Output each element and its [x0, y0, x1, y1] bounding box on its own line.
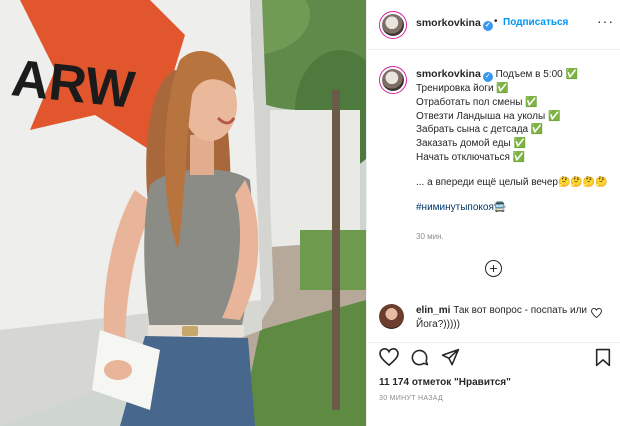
comment-item: elin_mi Так вот вопрос - поспать или Йог…	[367, 301, 620, 341]
likes-count[interactable]: 11 174 отметок "Нравится"	[379, 377, 511, 388]
hashtag-link[interactable]: #ниминутыпокоя🚍	[416, 201, 616, 215]
heart-icon[interactable]	[379, 348, 399, 366]
photo-illustration: ARW	[0, 0, 366, 426]
verified-icon: ✓	[482, 21, 493, 31]
header-separator: •	[494, 16, 498, 27]
caption-line: Тренировка йоги ✅	[416, 83, 509, 94]
follow-button[interactable]: Подписаться	[503, 17, 568, 28]
caption-avatar[interactable]	[379, 66, 407, 94]
caption-line: Отвезти Ландыша на уколы ✅	[416, 110, 561, 122]
comment-text: elin_mi Так вот вопрос - поспать или Йог…	[416, 304, 592, 331]
commenter-username[interactable]: elin_mi	[416, 305, 450, 316]
post-photo[interactable]: ARW	[0, 0, 366, 426]
bookmark-icon[interactable]	[595, 348, 611, 367]
post-timestamp: 30 МИНУТ НАЗАД	[379, 395, 444, 402]
caption-line: Заказать домой еды ✅	[416, 138, 526, 150]
caption-closing: ... а впереди ещё целый вечер🤔🤔🤔🤔	[416, 176, 608, 188]
caption-line: Забрать сына с детсада ✅	[416, 124, 544, 136]
author-username[interactable]: smorkovkina ✓	[416, 17, 493, 31]
verified-icon: ✓	[482, 72, 493, 82]
author-avatar[interactable]	[379, 11, 407, 39]
caption-username[interactable]: smorkovkina	[416, 68, 481, 80]
more-icon[interactable]: ···	[597, 13, 614, 29]
plus-circle-icon[interactable]: +	[485, 260, 502, 277]
commenter-avatar[interactable]	[379, 304, 404, 329]
comment-like-icon[interactable]	[591, 308, 602, 318]
share-icon[interactable]	[441, 348, 460, 367]
post-side-panel: smorkovkina ✓ • Подписаться ··· smorkovki…	[366, 0, 620, 426]
action-bar	[367, 342, 620, 376]
comment-icon[interactable]	[410, 348, 429, 367]
caption-line: Отработать пол смены ✅	[416, 96, 538, 108]
caption-text: smorkovkina ✓ Подъем в 5:00 ✅ Тренировка …	[416, 68, 616, 214]
caption-time: 30 мин.	[416, 232, 444, 241]
caption-line: Начать отключаться ✅	[416, 151, 526, 163]
caption-line: Подъем в 5:00 ✅	[495, 69, 578, 80]
post-header: smorkovkina ✓ • Подписаться ···	[367, 0, 620, 50]
